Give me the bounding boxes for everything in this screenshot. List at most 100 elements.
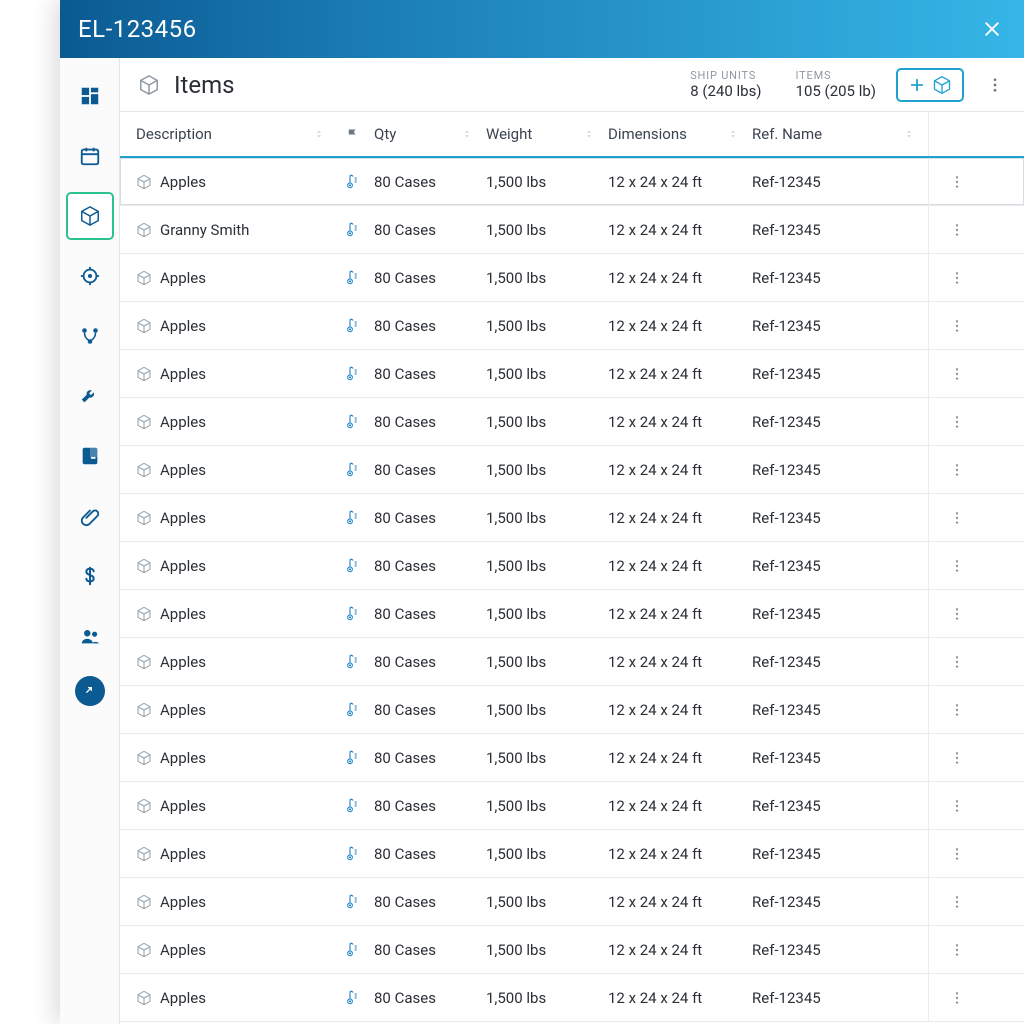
row-more-button[interactable] xyxy=(928,350,984,397)
cell-dimensions: 12 x 24 x 24 ft xyxy=(608,845,702,863)
table-row[interactable]: Apples80 Cases1,500 lbs12 x 24 x 24 ftRe… xyxy=(120,974,1024,1022)
row-more-button[interactable] xyxy=(928,254,984,301)
table-row[interactable]: Apples80 Cases1,500 lbs12 x 24 x 24 ftRe… xyxy=(120,638,1024,686)
cell-dimensions: 12 x 24 x 24 ft xyxy=(608,461,702,479)
nav-dashboard[interactable] xyxy=(66,72,114,120)
close-button[interactable] xyxy=(978,15,1006,43)
col-label: Qty xyxy=(374,125,396,143)
nav-docs[interactable] xyxy=(66,432,114,480)
table-row[interactable]: Apples80 Cases1,500 lbs12 x 24 x 24 ftRe… xyxy=(120,542,1024,590)
table-row[interactable]: Apples80 Cases1,500 lbs12 x 24 x 24 ftRe… xyxy=(120,734,1024,782)
cell-flag xyxy=(338,174,366,190)
cell-flag xyxy=(338,270,366,286)
paperclip-icon xyxy=(79,505,101,527)
cell-qty: 80 Cases xyxy=(374,845,436,863)
col-qty[interactable]: Qty xyxy=(366,125,486,143)
sort-icon xyxy=(902,127,928,141)
nav-users[interactable] xyxy=(66,612,114,660)
cell-ref: Ref-12345 xyxy=(752,701,821,719)
table-row[interactable]: Apples80 Cases1,500 lbs12 x 24 x 24 ftRe… xyxy=(120,398,1024,446)
col-flag[interactable] xyxy=(338,127,366,142)
table-row[interactable]: Apples80 Cases1,500 lbs12 x 24 x 24 ftRe… xyxy=(120,878,1024,926)
sort-icon xyxy=(582,127,608,141)
table-row[interactable]: Granny Smith80 Cases1,500 lbs12 x 24 x 2… xyxy=(120,206,1024,254)
table-row[interactable]: Apples80 Cases1,500 lbs12 x 24 x 24 ftRe… xyxy=(120,302,1024,350)
package-icon xyxy=(136,894,152,910)
row-more-button[interactable] xyxy=(928,734,984,781)
table-row[interactable]: Apples80 Cases1,500 lbs12 x 24 x 24 ftRe… xyxy=(120,494,1024,542)
package-icon xyxy=(79,205,101,227)
section-header: Items SHIP UNITS 8 (240 lbs) ITEMS 105 (… xyxy=(120,58,1024,112)
row-more-button[interactable] xyxy=(928,782,984,829)
row-more-button[interactable] xyxy=(928,398,984,445)
table-row[interactable]: Apples80 Cases1,500 lbs12 x 24 x 24 ftRe… xyxy=(120,350,1024,398)
cell-description: Apples xyxy=(160,413,206,431)
temperature-icon xyxy=(344,798,360,814)
row-more-button[interactable] xyxy=(928,926,984,973)
cell-ref: Ref-12345 xyxy=(752,749,821,767)
cell-flag xyxy=(338,894,366,910)
table-row[interactable]: Apples80 Cases1,500 lbs12 x 24 x 24 ftRe… xyxy=(120,830,1024,878)
cell-weight: 1,500 lbs xyxy=(486,845,546,863)
col-dimensions[interactable]: Dimensions xyxy=(608,125,752,143)
row-more-button[interactable] xyxy=(928,206,984,253)
row-more-button[interactable] xyxy=(928,446,984,493)
nav-expand[interactable] xyxy=(75,676,105,706)
sort-icon xyxy=(312,127,338,141)
table-row[interactable]: Apples80 Cases1,500 lbs12 x 24 x 24 ftRe… xyxy=(120,926,1024,974)
cell-dimensions: 12 x 24 x 24 ft xyxy=(608,509,702,527)
temperature-icon xyxy=(344,942,360,958)
nav-route[interactable] xyxy=(66,312,114,360)
nav-calendar[interactable] xyxy=(66,132,114,180)
nav-finance[interactable] xyxy=(66,552,114,600)
cell-description: Apples xyxy=(160,989,206,1007)
cell-ref: Ref-12345 xyxy=(752,893,821,911)
cell-flag xyxy=(338,990,366,1006)
row-more-button[interactable] xyxy=(928,686,984,733)
table-body: Apples 80 Cases 1,500 lbs 12 x 24 x 24 ft Re… xyxy=(120,158,1024,1024)
cell-flag xyxy=(338,846,366,862)
dollar-icon xyxy=(79,565,101,587)
nav-attach[interactable] xyxy=(66,492,114,540)
row-more-button[interactable] xyxy=(928,158,984,205)
row-more-button[interactable] xyxy=(928,302,984,349)
cell-description: Granny Smith xyxy=(160,221,249,239)
table-row[interactable]: Apples80 Cases1,500 lbs12 x 24 x 24 ftRe… xyxy=(120,590,1024,638)
header-stats: SHIP UNITS 8 (240 lbs) ITEMS 105 (205 lb… xyxy=(690,69,876,100)
route-icon xyxy=(79,325,101,347)
temperature-icon xyxy=(344,318,360,334)
col-weight[interactable]: Weight xyxy=(486,125,608,143)
row-more-button[interactable] xyxy=(928,590,984,637)
table-row[interactable]: Apples80 Cases1,500 lbs12 x 24 x 24 ftRe… xyxy=(120,686,1024,734)
row-more-button[interactable] xyxy=(928,542,984,589)
cell-flag xyxy=(338,798,366,814)
col-label: Weight xyxy=(486,125,532,143)
row-more-button[interactable] xyxy=(928,878,984,925)
col-description[interactable]: Description xyxy=(136,125,338,143)
cell-weight: 1,500 lbs xyxy=(486,557,546,575)
table-row[interactable]: Apples80 Cases1,500 lbs12 x 24 x 24 ftRe… xyxy=(120,254,1024,302)
add-item-button[interactable] xyxy=(896,68,964,102)
sidebar xyxy=(60,58,120,1024)
stat-ship-units: SHIP UNITS 8 (240 lbs) xyxy=(690,69,761,100)
row-more-button[interactable] xyxy=(928,494,984,541)
temperature-icon xyxy=(344,750,360,766)
temperature-icon xyxy=(344,222,360,238)
table-row[interactable]: Apples80 Cases1,500 lbs12 x 24 x 24 ftRe… xyxy=(120,158,1024,206)
row-more-button[interactable] xyxy=(928,638,984,685)
cell-qty: 80 Cases xyxy=(374,989,436,1007)
nav-location[interactable] xyxy=(66,252,114,300)
cell-qty: 80 Cases xyxy=(374,653,436,671)
row-more-button[interactable] xyxy=(928,974,984,1021)
nav-items[interactable] xyxy=(66,192,114,240)
row-more-button[interactable] xyxy=(928,830,984,877)
header-more-button[interactable] xyxy=(982,72,1008,98)
temperature-icon xyxy=(344,702,360,718)
dashboard-icon xyxy=(79,85,101,107)
cell-flag xyxy=(338,318,366,334)
table-row[interactable]: Apples80 Cases1,500 lbs12 x 24 x 24 ftRe… xyxy=(120,446,1024,494)
col-ref[interactable]: Ref. Name xyxy=(752,125,928,143)
col-label: Ref. Name xyxy=(752,125,822,143)
table-row[interactable]: Apples80 Cases1,500 lbs12 x 24 x 24 ftRe… xyxy=(120,782,1024,830)
nav-tools[interactable] xyxy=(66,372,114,420)
